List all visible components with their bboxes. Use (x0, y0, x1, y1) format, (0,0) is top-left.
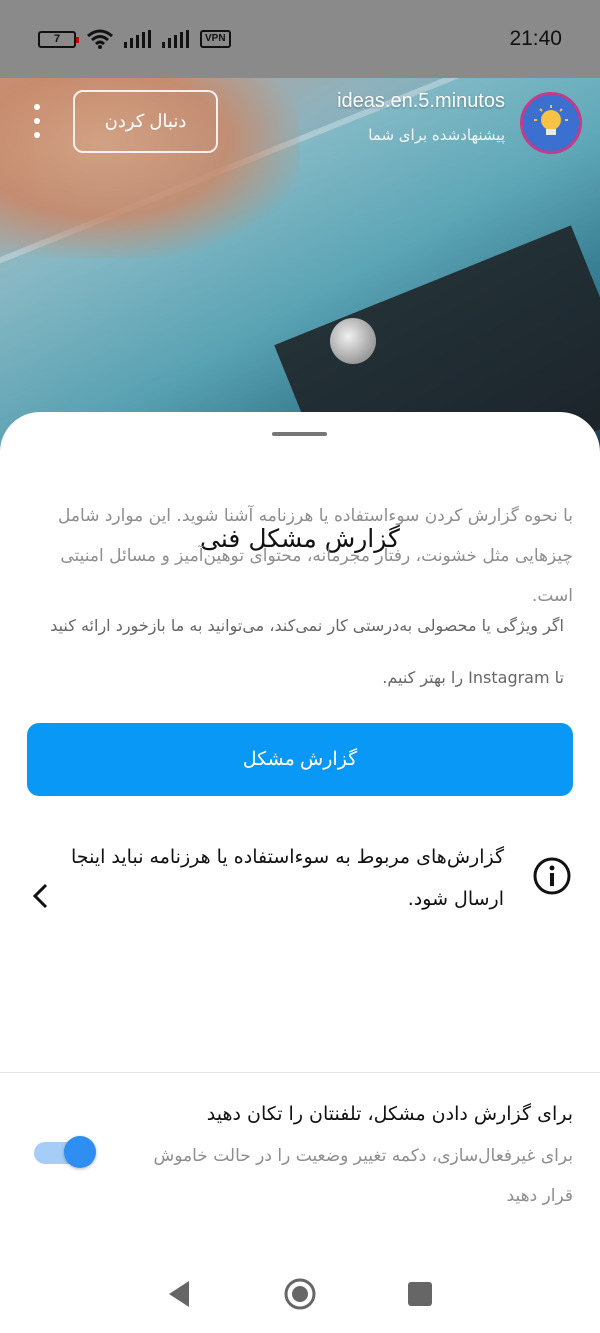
report-problem-sheet: گزارش مشکل فنی اگر ویژگی یا محصولی به‌در… (0, 412, 600, 1333)
back-button[interactable] (160, 1274, 200, 1314)
abuse-title: گزارش‌های مربوط به سوءاستفاده یا هرزنامه… (71, 846, 504, 910)
chevron-left-icon (32, 883, 48, 909)
signal-icon-2 (162, 30, 189, 48)
back-triangle-icon (169, 1281, 189, 1307)
recents-button[interactable] (400, 1274, 440, 1314)
sheet-drag-handle[interactable] (272, 432, 327, 436)
battery-level: 7 (53, 33, 61, 45)
follow-button[interactable]: دنبال کردن (73, 90, 218, 153)
abuse-info-row[interactable]: گزارش‌های مربوط به سوءاستفاده یا هرزنامه… (0, 832, 600, 1042)
battery-icon: 7 (38, 30, 79, 48)
signal-icon (124, 30, 151, 48)
account-avatar[interactable] (520, 92, 582, 154)
status-bar: 7 VPN 21:40 (0, 0, 600, 78)
shake-to-report-toggle[interactable] (34, 1136, 96, 1168)
abuse-description: با نحوه گزارش کردن سوءاستفاده یا هرزنامه… (58, 506, 573, 606)
wifi-icon (87, 29, 113, 49)
home-circle-icon (284, 1278, 316, 1310)
recents-square-icon (408, 1282, 432, 1306)
account-name[interactable]: ideas.en.5.minutos (337, 90, 505, 113)
toggle-thumb (64, 1136, 96, 1168)
video-frame-object (330, 318, 376, 364)
suggested-label: پیشنهادشده برای شما (368, 126, 505, 144)
shake-to-report-description: برای غیرفعال‌سازی، دکمه تغییر وضعیت را د… (153, 1146, 573, 1206)
shake-to-report-title: برای گزارش دادن مشکل، تلفنتان را تکان ده… (206, 1103, 573, 1125)
clock: 21:40 (509, 27, 562, 50)
more-options-icon[interactable] (28, 104, 46, 138)
lightbulb-icon (534, 105, 568, 135)
status-icons: 7 VPN (38, 29, 231, 49)
info-icon (533, 857, 571, 895)
divider (0, 1072, 600, 1073)
home-button[interactable] (280, 1274, 320, 1314)
system-nav-bar (0, 1255, 600, 1333)
report-problem-button[interactable]: گزارش مشکل (27, 723, 573, 796)
vpn-badge: VPN (200, 30, 231, 48)
